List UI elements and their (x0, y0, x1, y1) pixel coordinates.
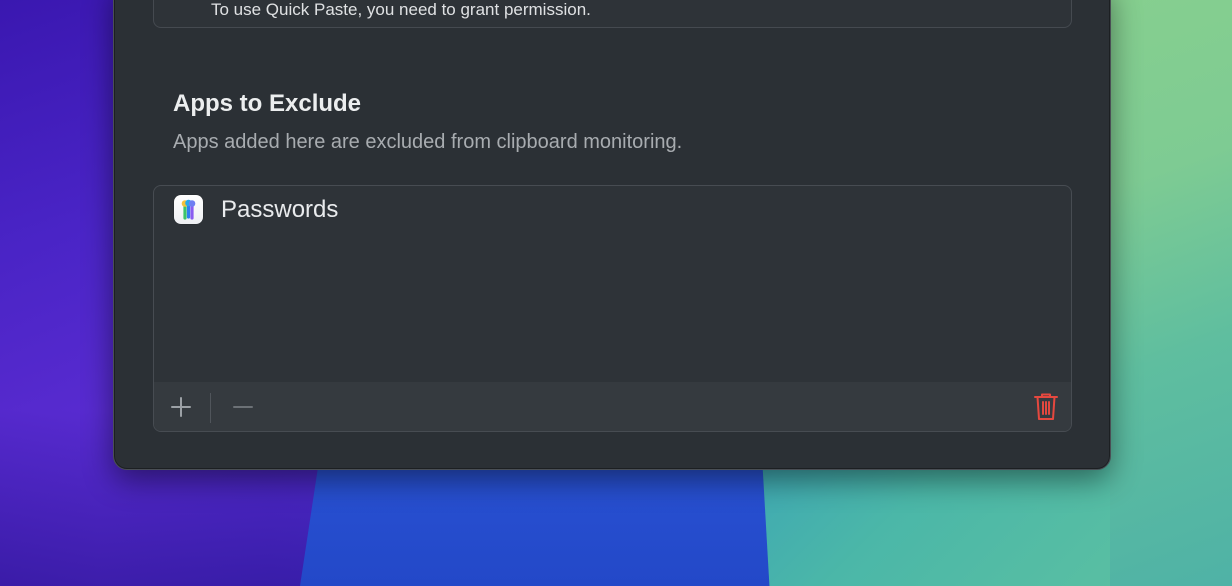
settings-window: To use Quick Paste, you need to grant pe… (113, 0, 1111, 470)
passwords-app-icon (174, 195, 203, 224)
section-description: Apps added here are excluded from clipbo… (173, 131, 683, 153)
permission-notice-text: To use Quick Paste, you need to grant pe… (211, 0, 591, 19)
add-app-button[interactable] (164, 382, 198, 431)
wallpaper-far-right (1110, 0, 1232, 586)
toolbar-divider (210, 393, 211, 423)
list-item[interactable]: Passwords (154, 186, 1071, 234)
section-title: Apps to Exclude (173, 90, 362, 117)
remove-app-button[interactable] (226, 382, 260, 431)
permission-notice-box: To use Quick Paste, you need to grant pe… (153, 0, 1072, 28)
minus-icon (233, 405, 253, 408)
delete-all-button[interactable] (1031, 382, 1061, 431)
trash-icon (1034, 393, 1058, 420)
excluded-apps-list: Passwords (153, 185, 1072, 432)
app-name: Passwords (221, 196, 339, 223)
plus-icon (171, 396, 191, 417)
list-toolbar (154, 382, 1071, 431)
